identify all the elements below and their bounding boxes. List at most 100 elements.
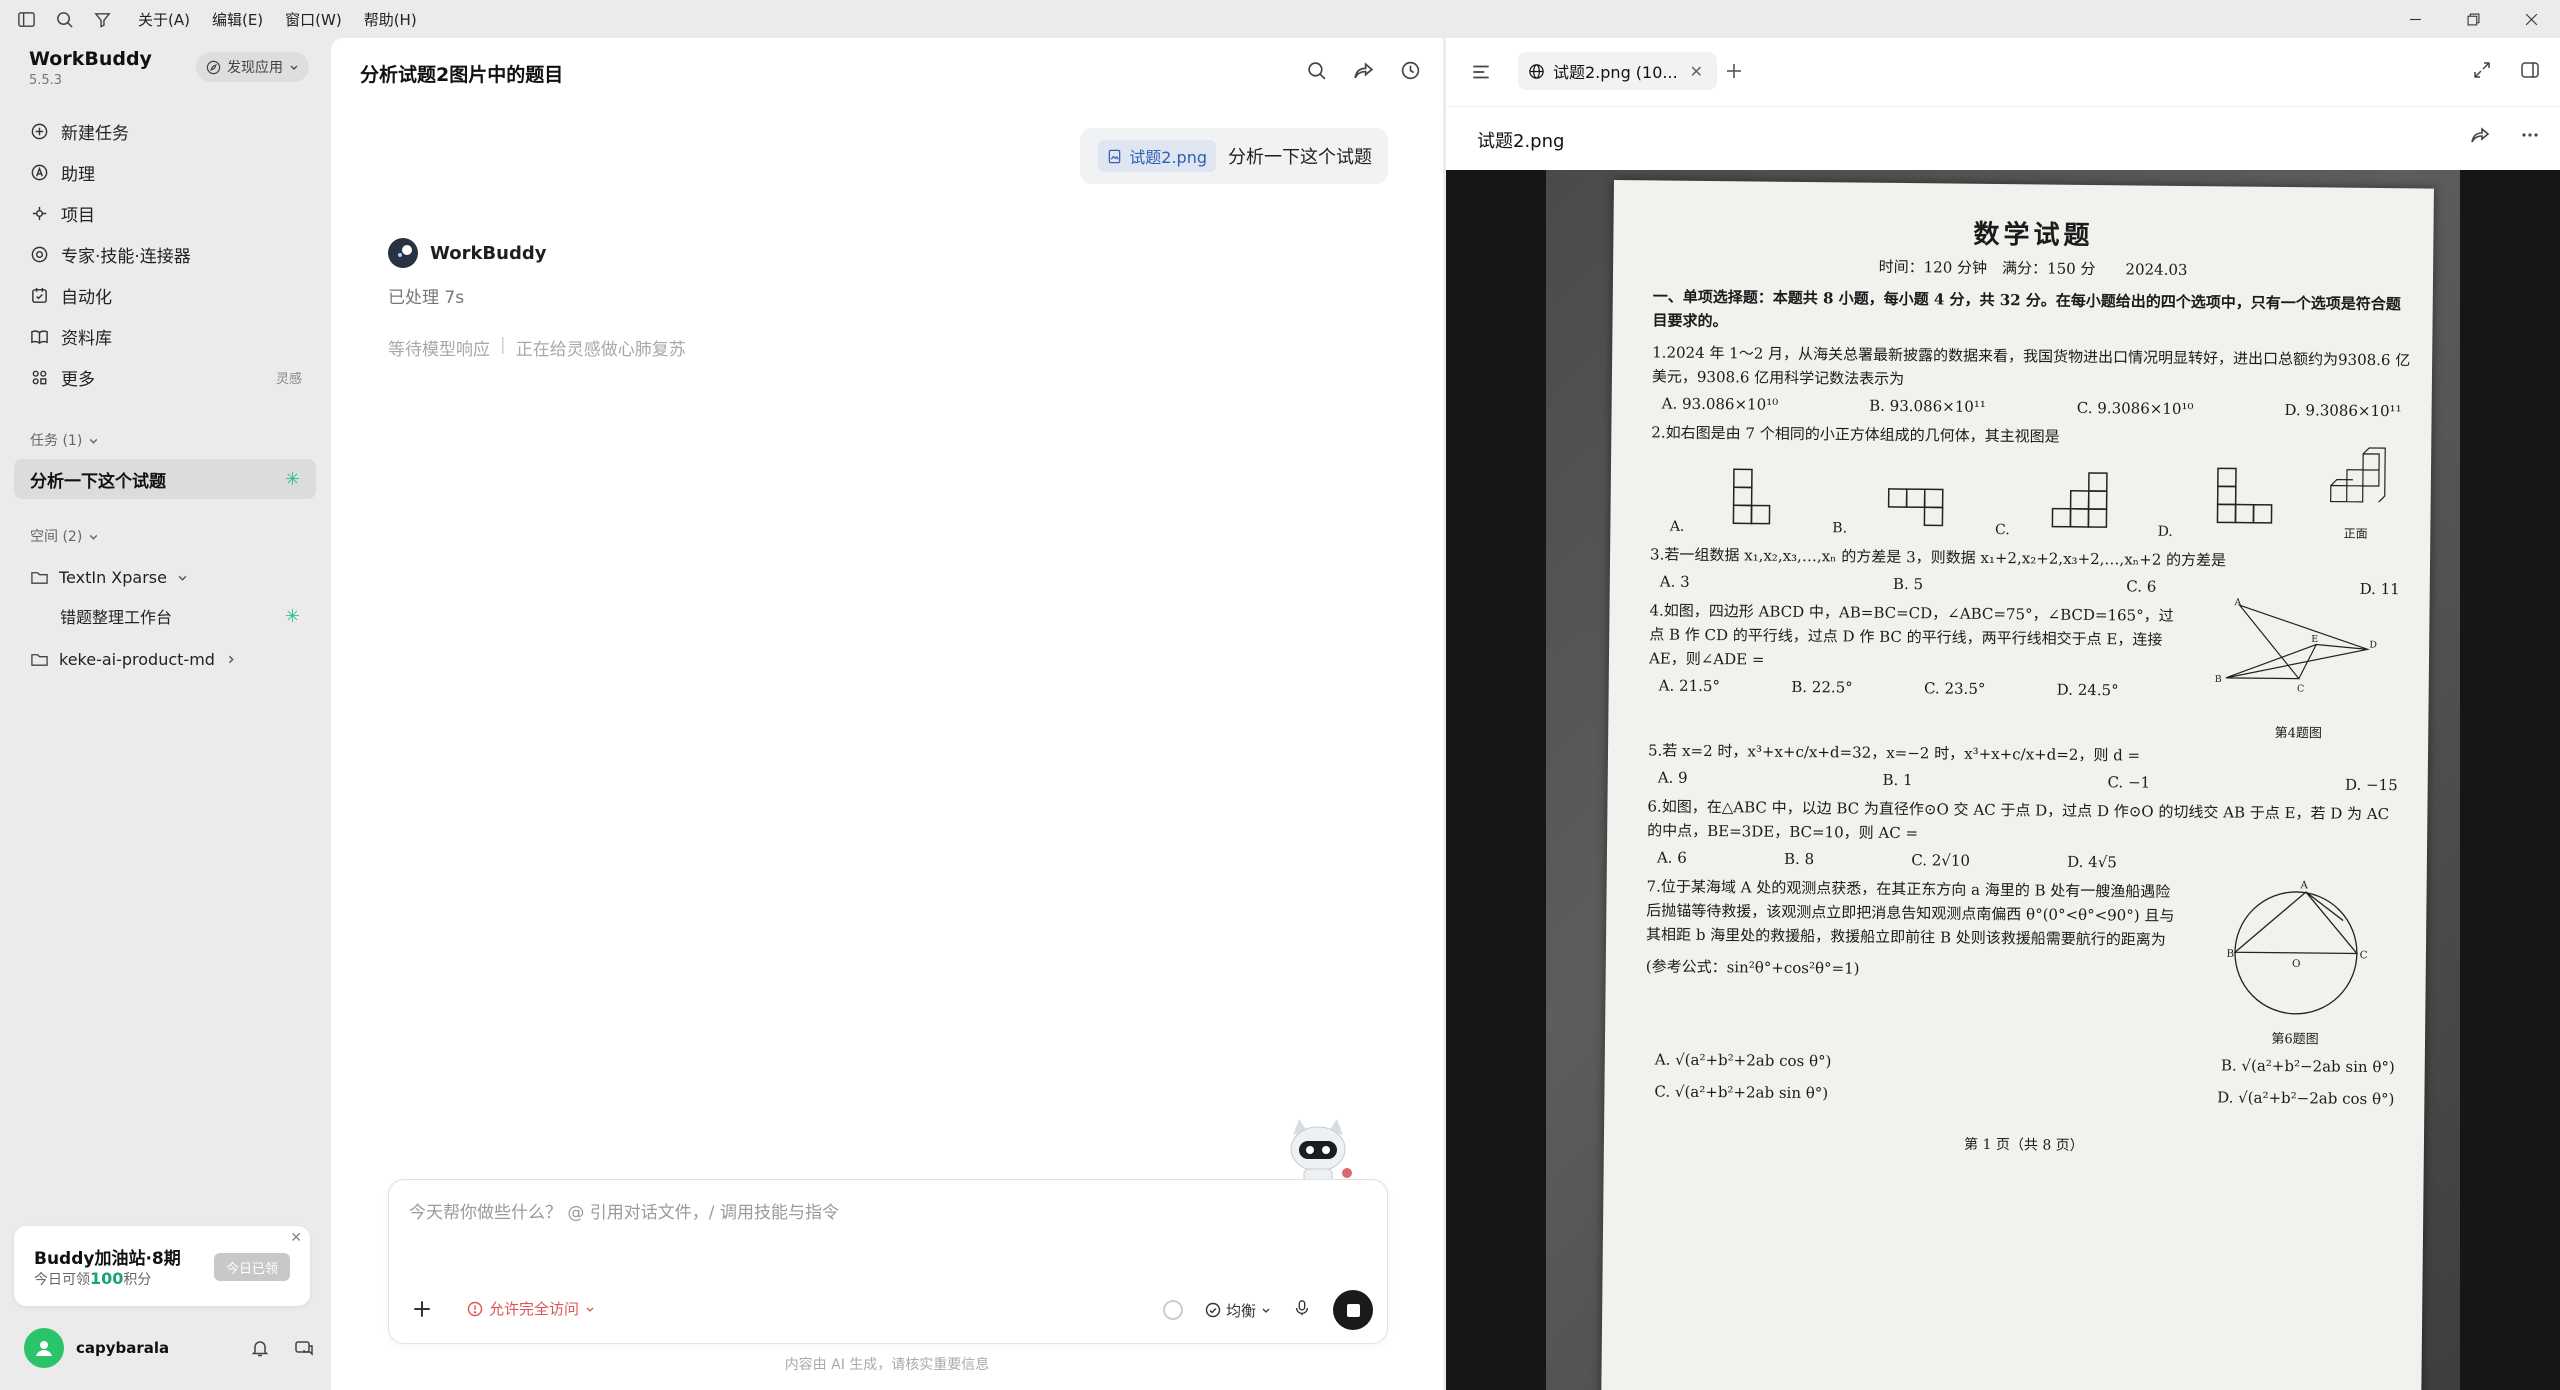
chevron-down-icon (89, 534, 98, 540)
compass-icon (206, 60, 221, 74)
stop-generation-button[interactable] (1333, 1290, 1373, 1330)
nav-more[interactable]: 更多 灵感 (14, 357, 316, 398)
chat-panel: 分析试题2图片中的题目 试题2.png 分析一下这个试题 WorkBuddy 已… (331, 38, 1443, 1390)
space-item-textin[interactable]: TextIn Xparse (14, 557, 316, 597)
close-icon[interactable]: ✕ (290, 1230, 302, 1246)
brand: WorkBuddy 5.5.3 (29, 48, 152, 88)
task-label: 分析一下这个试题 (30, 471, 166, 492)
nav-library[interactable]: 资料库 (14, 316, 316, 357)
nav-label: 项目 (61, 206, 95, 226)
spaces-section-title[interactable]: 空间 (2) (30, 526, 99, 546)
restore-button[interactable] (2444, 0, 2502, 38)
microphone-button[interactable] (1293, 1299, 1311, 1322)
svg-text:C: C (2297, 683, 2304, 694)
exam-options-3: A. 3 B. 5 C. 6 D. 11 (1659, 572, 2400, 599)
promo-subtitle: 今日可领100积分 (34, 1269, 152, 1288)
expert-icon (31, 246, 48, 263)
task-item-active[interactable]: 分析一下这个试题 ✳ (14, 459, 316, 499)
exam-front-view-figure: 正面 (2321, 445, 2392, 542)
svg-text:A: A (2299, 879, 2308, 891)
chevron-down-icon (290, 65, 298, 70)
menu-help[interactable]: 帮助(H) (364, 9, 417, 30)
chat-input[interactable]: 今天帮你做些什么？ @ 引用对话文件，/ 调用技能与指令 (409, 1198, 839, 1223)
status-waiting: 等待模型响应 (388, 340, 490, 360)
user-message-text: 分析一下这个试题 (1228, 147, 1372, 168)
user-name[interactable]: capybarala (76, 1339, 169, 1357)
search-icon[interactable] (1306, 60, 1327, 81)
attached-file-chip[interactable]: 试题2.png (1098, 140, 1216, 172)
menu-about[interactable]: 关于(A) (138, 9, 190, 30)
share-icon[interactable] (2470, 125, 2490, 145)
more-options-icon[interactable] (2520, 125, 2540, 145)
context-usage-indicator[interactable] (1162, 1300, 1183, 1320)
bot-avatar (388, 238, 418, 268)
nav-label: 自动化 (61, 288, 112, 308)
new-task-icon (31, 123, 48, 140)
nav-automation[interactable]: 自动化 (14, 275, 316, 316)
promo-card[interactable]: Buddy加油站·8期 今日可领100积分 今日已领 ✕ (14, 1226, 310, 1306)
space-item-keke[interactable]: keke-ai-product-md (14, 639, 316, 679)
sidebar: WorkBuddy 5.5.3 发现应用 新建任务 助理 项目 专家·技能·连接… (0, 38, 330, 1390)
add-tab-icon[interactable] (1724, 61, 1744, 81)
user-message-bubble: 试题2.png 分析一下这个试题 (1080, 128, 1388, 184)
image-viewer[interactable]: 数学试题 时间：120 分钟 满分：150 分 2024.03 一、单项选择题：… (1446, 170, 2560, 1390)
feedback-icon[interactable] (294, 1338, 314, 1358)
spaces-title-label: 空间 (2) (30, 529, 83, 545)
avatar[interactable] (24, 1328, 64, 1368)
status-thinking: 正在给灵感做心肺复苏 (515, 340, 686, 360)
page-title: 分析试题2图片中的题目 (360, 64, 564, 86)
exam-question-5: 5.若 x=2 时，x³+x+c/x+d=32，x=−2 时，x³+x+c/x+… (1647, 741, 2141, 765)
close-tab-icon[interactable]: ✕ (1690, 62, 1703, 81)
chevron-down-icon (178, 575, 187, 581)
menu-window[interactable]: 窗口(W) (285, 9, 342, 30)
filter-icon[interactable] (90, 7, 114, 31)
svg-text:D: D (2369, 640, 2377, 651)
history-icon[interactable] (1400, 60, 1421, 81)
promo-title: Buddy加油站·8期 (34, 1249, 181, 1269)
inspiration-tag[interactable]: 灵感 (276, 368, 302, 387)
access-permission-dropdown[interactable]: 允许完全访问 (467, 1298, 595, 1319)
svg-text:C: C (2360, 949, 2368, 961)
exam-options-5: A. 9 B. 1 C. −1 D. −15 (1657, 768, 2398, 795)
claimed-button[interactable]: 今日已领 (213, 1253, 290, 1281)
exam-title: 数学试题 (1973, 219, 2094, 252)
user-bar: capybarala (24, 1326, 314, 1370)
search-icon[interactable] (52, 7, 76, 31)
panel-toggle-icon[interactable] (2520, 60, 2540, 80)
nav-experts[interactable]: 专家·技能·连接器 (14, 234, 316, 275)
discover-apps-button[interactable]: 发现应用 (196, 52, 309, 82)
model-mode-dropdown[interactable]: 均衡 (1205, 1300, 1271, 1321)
nav-assistant[interactable]: 助理 (14, 152, 316, 193)
share-icon[interactable] (1353, 60, 1374, 81)
preview-tab[interactable]: 试题2.png (10... ✕ (1518, 52, 1718, 90)
exam-question-1: 1.2024 年 1～2 月，从海关总署最新披露的数据来看，我国货物进出口情况明… (1651, 343, 2411, 389)
nav-new-task[interactable]: 新建任务 (14, 111, 316, 152)
tasks-title-label: 任务 (1) (30, 433, 83, 449)
stop-icon (1346, 1303, 1360, 1317)
nav-project[interactable]: 项目 (14, 193, 316, 234)
space-child-item[interactable]: 错题整理工作台 ✳ (14, 596, 316, 636)
bell-icon[interactable] (250, 1338, 270, 1358)
bot-name: WorkBuddy (430, 242, 547, 264)
exam-options-6: A. 6 B. 8 C. 2√10 D. 4√5 (1656, 848, 2117, 872)
add-attachment-button[interactable] (407, 1294, 437, 1324)
robot-mascot-icon (1290, 1119, 1352, 1183)
sidebar-toggle-icon[interactable] (14, 7, 38, 31)
menu-edit[interactable]: 编辑(E) (212, 9, 263, 30)
chevron-down-icon (1262, 1308, 1270, 1313)
exam-figures-2: A. B. C. D. 正面 (1650, 447, 2411, 542)
assistant-icon (31, 164, 48, 181)
file-chip-label: 试题2.png (1129, 148, 1207, 167)
exam-options-1: A. 93.086×10¹⁰ B. 93.086×10¹¹ C. 9.3086×10… (1661, 394, 2402, 421)
close-button[interactable] (2502, 0, 2560, 38)
exam-page-footer: 第 1 页（共 8 页） (1964, 1136, 2084, 1154)
access-label: 允许完全访问 (489, 1300, 580, 1318)
menu-icon[interactable] (1470, 61, 1492, 83)
preview-tab-bar: 试题2.png (10... ✕ (1446, 38, 2560, 106)
exam-figure-6: B C A O 第6题图 (2226, 879, 2368, 1048)
minimize-button[interactable] (2386, 0, 2444, 38)
expand-icon[interactable] (2472, 60, 2492, 80)
bot-header: WorkBuddy (388, 238, 546, 268)
microphone-icon (1295, 1299, 1309, 1315)
tasks-section-title[interactable]: 任务 (1) (30, 430, 99, 450)
